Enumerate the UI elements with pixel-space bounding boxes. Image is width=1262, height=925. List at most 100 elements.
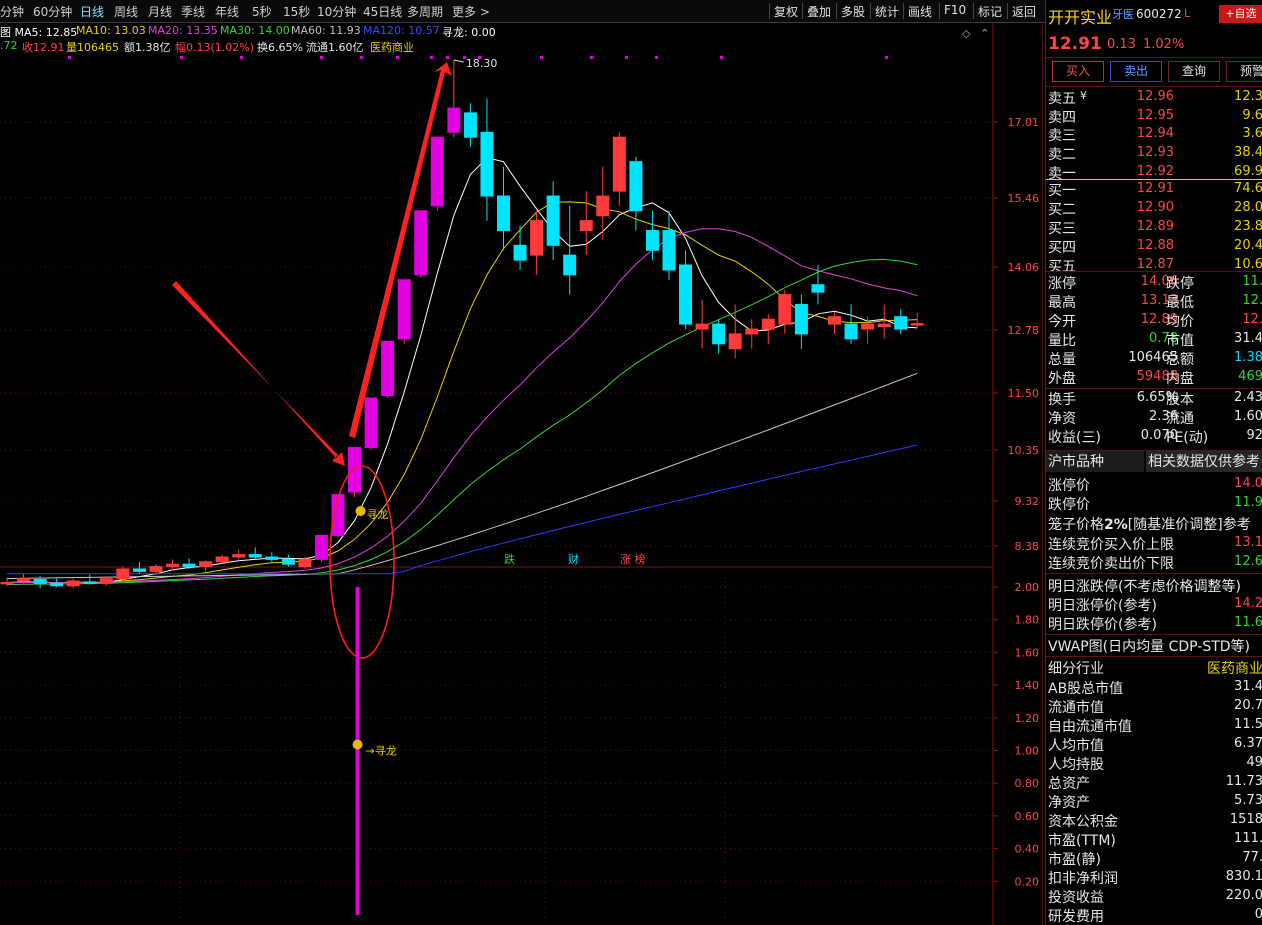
candle[interactable] [480, 98, 494, 221]
candle[interactable] [248, 547, 262, 560]
candle[interactable] [745, 319, 759, 349]
fundamental-label: 投资收益 [1048, 890, 1104, 906]
event-tag[interactable]: 财 [568, 552, 579, 566]
candle[interactable] [232, 549, 246, 560]
period-4[interactable]: 月线 [148, 3, 172, 20]
tomorrow-value: 14.2 [1234, 596, 1262, 611]
buy-button[interactable]: 买入 [1052, 61, 1104, 82]
ask-1-price: 12.95 [1136, 107, 1174, 123]
candle[interactable] [513, 225, 527, 270]
candle[interactable] [463, 103, 477, 148]
alert-button[interactable]: 预警 [1226, 61, 1262, 82]
sell-button[interactable]: 卖出 [1110, 61, 1162, 82]
period-0[interactable]: 分钟 [0, 3, 24, 20]
candle[interactable] [662, 210, 676, 280]
limit-label: 跌停价 [1048, 497, 1090, 513]
candle[interactable] [894, 309, 908, 334]
event-tag[interactable]: 跌 [504, 552, 515, 566]
candle[interactable] [712, 319, 726, 354]
vwap-link[interactable]: VWAP图(日内均量 CDP-STD等) [1048, 636, 1250, 656]
candle[interactable] [563, 205, 577, 295]
market-note-tab[interactable]: 相关数据仅供参考 [1146, 451, 1262, 472]
ma-label-2: MA20: 13.35 [148, 24, 218, 37]
candle[interactable] [50, 578, 64, 588]
bid-2-price: 12.89 [1136, 219, 1174, 234]
period-2[interactable]: 日线 [80, 3, 104, 20]
ask-2-price: 12.94 [1136, 126, 1174, 142]
tool-2[interactable]: 多股 [841, 3, 865, 20]
candle[interactable] [794, 294, 808, 349]
marker-dot [655, 56, 658, 59]
period-1[interactable]: 60分钟 [33, 3, 72, 20]
candle[interactable] [83, 574, 97, 585]
candle[interactable] [397, 279, 411, 344]
candle[interactable] [166, 559, 179, 570]
candle[interactable] [381, 340, 395, 398]
marker-dot [625, 56, 628, 59]
query-button[interactable]: 查询 [1168, 61, 1220, 82]
tool-7[interactable]: 返回 [1012, 3, 1036, 20]
candle[interactable] [761, 314, 775, 344]
candle[interactable] [612, 132, 626, 206]
ma10-line [6, 201, 918, 584]
period-3[interactable]: 周线 [114, 3, 138, 20]
period-6[interactable]: 年线 [215, 3, 239, 20]
candle[interactable] [645, 210, 659, 261]
candle[interactable] [679, 250, 693, 330]
tool-0[interactable]: 复权 [774, 3, 798, 20]
tool-1[interactable]: 叠加 [807, 3, 831, 20]
candle[interactable] [414, 210, 428, 278]
tool-5[interactable]: F10 [944, 3, 966, 17]
sub-tick: 0.40 [1015, 843, 1040, 856]
kline-chart[interactable]: 17.01 15.46 14.06 12.78 11.50 10.35 9.32 8.38 2… [0, 22, 1043, 925]
tool-4[interactable]: 画线 [908, 3, 932, 20]
period-11[interactable]: 多周期 [407, 3, 443, 20]
marker-dot [180, 56, 183, 59]
candle[interactable] [778, 289, 792, 334]
candle[interactable] [579, 191, 593, 256]
stock-tag[interactable]: 牙医 [1112, 6, 1134, 22]
price-tick: 10.35 [1008, 444, 1040, 457]
info-label-0: .72 [0, 39, 18, 52]
marker-dot [240, 56, 243, 59]
period-10[interactable]: 45日线 [363, 3, 402, 20]
candle[interactable] [66, 578, 80, 589]
candle[interactable] [281, 554, 295, 567]
candle[interactable] [497, 166, 510, 251]
stat-label: 跌停 [1166, 276, 1194, 292]
period-9[interactable]: 10分钟 [317, 3, 356, 20]
candle[interactable] [364, 397, 378, 450]
stat-label: 均价 [1166, 314, 1194, 330]
add-watchlist-button[interactable]: +自选 [1219, 5, 1262, 23]
period-7[interactable]: 5秒 [252, 3, 272, 20]
candle[interactable] [877, 304, 891, 339]
candle[interactable] [629, 156, 643, 231]
candle[interactable] [844, 304, 858, 344]
industry-label: 细分行业 [1048, 661, 1104, 677]
tool-3[interactable]: 统计 [875, 3, 899, 20]
tool-6[interactable]: 标记 [978, 3, 1002, 20]
market-tab[interactable]: 沪市品种 [1046, 451, 1144, 472]
candle[interactable] [596, 166, 610, 241]
price-change: 0.13 [1107, 37, 1136, 52]
candle[interactable] [530, 210, 544, 275]
candle[interactable] [265, 552, 279, 562]
fundamental-label: 市盈(TTM) [1048, 833, 1116, 849]
candle[interactable] [199, 560, 213, 572]
tool-separator [903, 3, 904, 19]
candle[interactable] [314, 534, 328, 562]
stat-value: 11. [1242, 274, 1262, 289]
candle[interactable] [728, 304, 742, 359]
fundamental-value: 111. [1234, 831, 1262, 846]
event-tag[interactable]: 涨 榜 [620, 552, 646, 566]
candle[interactable] [546, 181, 560, 261]
candle[interactable] [828, 311, 841, 334]
ask-2-label: 卖三 [1048, 128, 1076, 145]
period-12[interactable]: 更多 > [452, 3, 490, 20]
candle[interactable] [695, 299, 709, 349]
candle[interactable] [132, 561, 146, 574]
candle[interactable] [430, 136, 444, 211]
divider [1046, 573, 1262, 574]
period-5[interactable]: 季线 [181, 3, 205, 20]
period-8[interactable]: 15秒 [283, 3, 310, 20]
